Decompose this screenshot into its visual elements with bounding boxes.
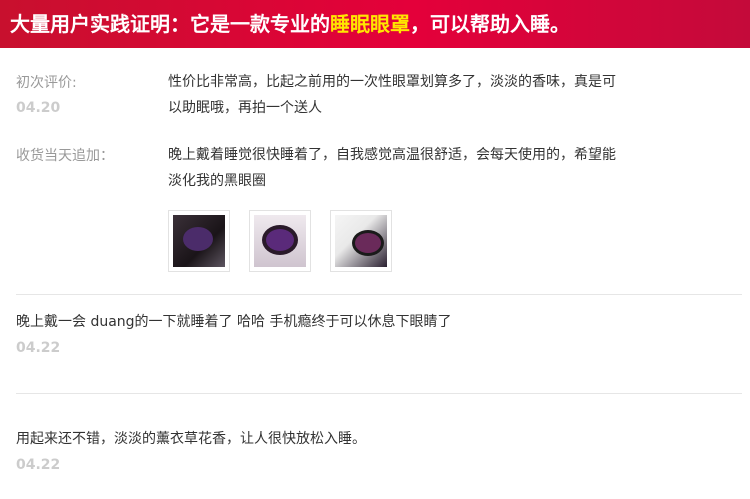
review-photo-thumbnail[interactable] — [249, 210, 311, 272]
review-divider — [16, 294, 742, 295]
banner-prefix: 大量用户实践证明：它是一款专业的 — [10, 12, 330, 36]
initial-review-date: 04.20 — [16, 100, 61, 116]
followup-review-text-line2: 淡化我的黑眼圈 — [168, 173, 266, 189]
review-text: 用起来还不错，淡淡的薰衣草花香，让人很快放松入睡。 — [16, 431, 366, 447]
initial-review-text-line2: 以助眠哦，再拍一个送人 — [168, 100, 322, 116]
followup-review-text-line1: 晚上戴着睡觉很快睡着了，自我感觉高温很舒适，会每天使用的，希望能 — [168, 147, 616, 163]
initial-review-label: 初次评价: — [16, 75, 77, 91]
review-text: 晚上戴一会 duang的一下就睡着了 哈哈 手机瘾终于可以休息下眼睛了 — [16, 314, 452, 330]
initial-review-text-line1: 性价比非常高，比起之前用的一次性眼罩划算多了，淡淡的香味，真是可 — [168, 74, 616, 90]
promo-banner: 大量用户实践证明：它是一款专业的睡眠眼罩，可以帮助入睡。 — [0, 0, 750, 48]
review-date: 04.22 — [16, 457, 61, 473]
followup-review-label: 收货当天追加： — [16, 148, 114, 164]
review-photo-thumbnail[interactable] — [330, 210, 392, 272]
banner-highlight: 睡眠眼罩 — [330, 12, 410, 36]
review-divider — [16, 393, 742, 394]
review-photo-thumbnail[interactable] — [168, 210, 230, 272]
review-date: 04.22 — [16, 340, 61, 356]
banner-suffix: ，可以帮助入睡。 — [410, 12, 570, 36]
